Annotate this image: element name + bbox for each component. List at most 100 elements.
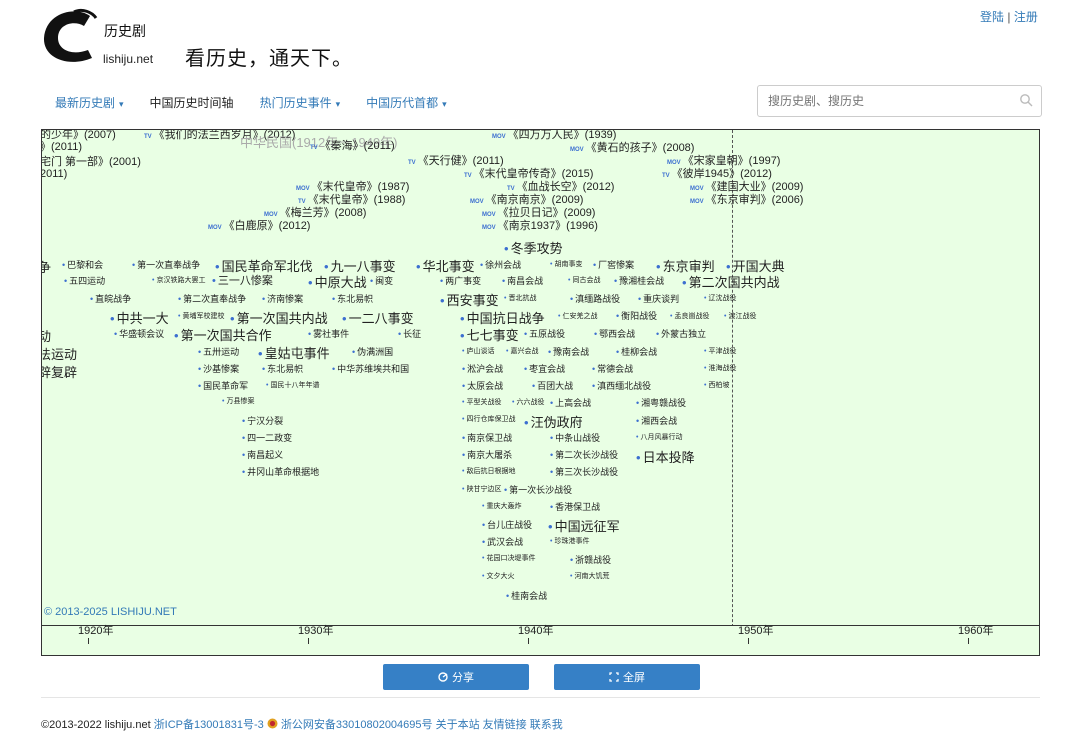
media-item[interactable]: TV 《秦海》(2011) [310, 141, 395, 152]
media-item[interactable]: MOV 《拉贝日记》(2009) [482, 208, 595, 219]
event-item[interactable]: • 外蒙古独立 [656, 330, 706, 339]
event-item[interactable]: • 南京保卫战 [462, 434, 512, 443]
event-item[interactable]: • 华北事变 [416, 260, 475, 273]
event-item[interactable]: • 晋北抗战 [504, 295, 536, 302]
event-item[interactable]: • 衡阳战役 [616, 312, 657, 321]
media-item[interactable]: 2011) [42, 169, 67, 180]
event-item[interactable]: • 五卅运动 [198, 348, 239, 357]
event-item[interactable]: • 黄埔军校建校 [178, 313, 224, 320]
event-item[interactable]: • 巴黎和会 [62, 261, 103, 270]
media-item[interactable]: TV 《血战长空》(2012) [507, 182, 614, 193]
nav-hot-events[interactable]: 热门历史事件 ▾ [260, 94, 341, 111]
icp-link[interactable]: 浙ICP备13001831号-3 [154, 719, 264, 731]
contact-link[interactable]: 联系我 [530, 719, 563, 731]
about-link[interactable]: 关于本站 [436, 719, 480, 731]
event-item[interactable]: • 重庆谈判 [638, 295, 679, 304]
event-item[interactable]: • 第二次长沙战役 [550, 451, 618, 460]
event-item[interactable]: • 第一次长沙战役 [504, 486, 572, 495]
event-item[interactable]: • 桂南会战 [506, 592, 547, 601]
media-item[interactable]: MOV 《末代皇帝》(1987) [296, 182, 409, 193]
event-item[interactable]: • 国民革命军 [198, 382, 248, 391]
event-item[interactable]: • 东北易帜 [332, 295, 373, 304]
event-item[interactable]: • 胡南事变 [550, 261, 582, 268]
event-item[interactable]: • 中共一大 [110, 312, 169, 325]
media-item[interactable]: 的少年》(2007) [42, 130, 116, 141]
search-input[interactable] [758, 87, 1008, 115]
event-item[interactable]: • 京汉铁路大罢工 [152, 277, 205, 284]
event-item[interactable]: 辟复辟 [42, 366, 77, 379]
event-item[interactable]: • 六六战役 [512, 399, 544, 406]
event-item[interactable]: • 百团大战 [532, 382, 573, 391]
event-item[interactable]: • 滇缅路战役 [570, 295, 620, 304]
event-item[interactable]: • 第一次国共内战 [230, 312, 328, 325]
event-item[interactable]: • 冬季攻势 [504, 242, 563, 255]
media-item[interactable]: MOV 《梅兰芳》(2008) [264, 208, 366, 219]
history-timeline[interactable]: 的少年》(2007) 》(2011) 宅门 第一部》(2001) 2011) T… [41, 129, 1040, 656]
register-link[interactable]: 注册 [1014, 10, 1038, 24]
event-item[interactable]: • 鄂西会战 [594, 330, 635, 339]
event-item[interactable]: • 华盛顿会议 [114, 330, 164, 339]
event-item[interactable]: • 东京审判 [656, 260, 715, 273]
event-item[interactable]: • 宁汉分裂 [242, 417, 283, 426]
share-button[interactable]: 分享 [383, 664, 529, 690]
event-item[interactable]: • 沙基惨案 [198, 365, 239, 374]
search-icon[interactable] [1019, 93, 1033, 107]
event-item[interactable]: • 五原战役 [524, 330, 565, 339]
event-item[interactable]: • 淞沪会战 [462, 365, 503, 374]
event-item[interactable]: • 西柏坡 [704, 382, 729, 389]
media-item[interactable]: 》(2011) [42, 142, 82, 153]
event-item[interactable]: • 第一次国共合作 [174, 329, 272, 342]
event-item[interactable]: • 中原大战 [308, 276, 367, 289]
fullscreen-button[interactable]: 全屏 [554, 664, 700, 690]
media-item[interactable]: 宅门 第一部》(2001) [42, 157, 141, 168]
timeline-copyright[interactable]: © 2013-2025 LISHIJU.NET [44, 606, 177, 618]
event-item[interactable]: • 两广事变 [440, 277, 481, 286]
media-item[interactable]: MOV 《建国大业》(2009) [690, 182, 803, 193]
event-item[interactable]: • 中国抗日战争 [460, 312, 545, 325]
event-item[interactable]: • 厂窖惨案 [593, 261, 634, 270]
nav-latest-dramas[interactable]: 最新历史剧 ▾ [55, 94, 124, 111]
event-item[interactable]: • 豫南会战 [548, 348, 589, 357]
event-item[interactable]: • 文夕大火 [482, 573, 514, 580]
event-item[interactable]: • 桂柳会战 [616, 348, 657, 357]
event-item[interactable]: • 豫湘桂会战 [614, 277, 664, 286]
event-item[interactable]: • 南昌会战 [502, 277, 543, 286]
event-item[interactable]: • 上高会战 [550, 399, 591, 408]
event-item[interactable]: • 滇西缅北战役 [592, 382, 651, 391]
event-item[interactable]: • 国民革命军北伐 [215, 260, 313, 273]
event-item[interactable]: • 国民十八年年谱 [266, 382, 319, 389]
event-item[interactable]: • 第三次长沙战役 [550, 468, 618, 477]
media-item[interactable]: MOV 《四万万人民》(1939) [492, 130, 616, 141]
event-item[interactable]: • 仁安羌之战 [558, 313, 597, 320]
police-record-link[interactable]: 浙公网安备33010802004695号 [281, 719, 433, 731]
event-item[interactable]: • 淮海战役 [704, 365, 736, 372]
event-item[interactable]: • 徐州会战 [480, 261, 521, 270]
event-item[interactable]: • 第一次直奉战争 [132, 261, 200, 270]
nav-capitals[interactable]: 中国历代首都 ▾ [366, 94, 447, 111]
event-item[interactable]: • 九一八事变 [324, 260, 396, 273]
media-item[interactable]: TV 《末代皇帝》(1988) [298, 195, 405, 206]
event-item[interactable]: • 常德会战 [592, 365, 633, 374]
event-item[interactable]: • 中国远征军 [548, 520, 620, 533]
media-item[interactable]: MOV 《南京南京》(2009) [470, 195, 583, 206]
event-item[interactable]: • 太原会战 [462, 382, 503, 391]
event-item[interactable]: • 南京大屠杀 [462, 451, 512, 460]
event-item[interactable]: • 渡江战役 [724, 313, 756, 320]
event-item[interactable]: • 井冈山革命根据地 [242, 468, 319, 477]
event-item[interactable]: • 孟良崮战役 [670, 313, 709, 320]
event-item[interactable]: 动 [42, 330, 51, 343]
event-item[interactable]: • 嘉兴会战 [506, 348, 538, 355]
event-item[interactable]: • 七七事变 [460, 329, 519, 342]
event-item[interactable]: • 四行仓库保卫战 [462, 416, 515, 423]
nav-timeline[interactable]: 中国历史时间轴 [150, 94, 234, 111]
event-item[interactable]: • 辽沈战役 [704, 295, 736, 302]
media-item[interactable]: TV 《天行健》(2011) [408, 156, 504, 167]
friend-links-link[interactable]: 友情链接 [483, 719, 527, 731]
event-item[interactable]: • 日本投降 [636, 451, 695, 464]
event-item[interactable]: • 重庆大轰炸 [482, 503, 521, 510]
login-link[interactable]: 登陆 [980, 10, 1004, 24]
event-item[interactable]: • 伪满洲国 [352, 348, 393, 357]
event-item[interactable]: • 河南大饥荒 [570, 573, 609, 580]
media-item[interactable]: MOV 《东京审判》(2006) [690, 195, 803, 206]
event-item[interactable]: • 第二次国共内战 [682, 276, 780, 289]
